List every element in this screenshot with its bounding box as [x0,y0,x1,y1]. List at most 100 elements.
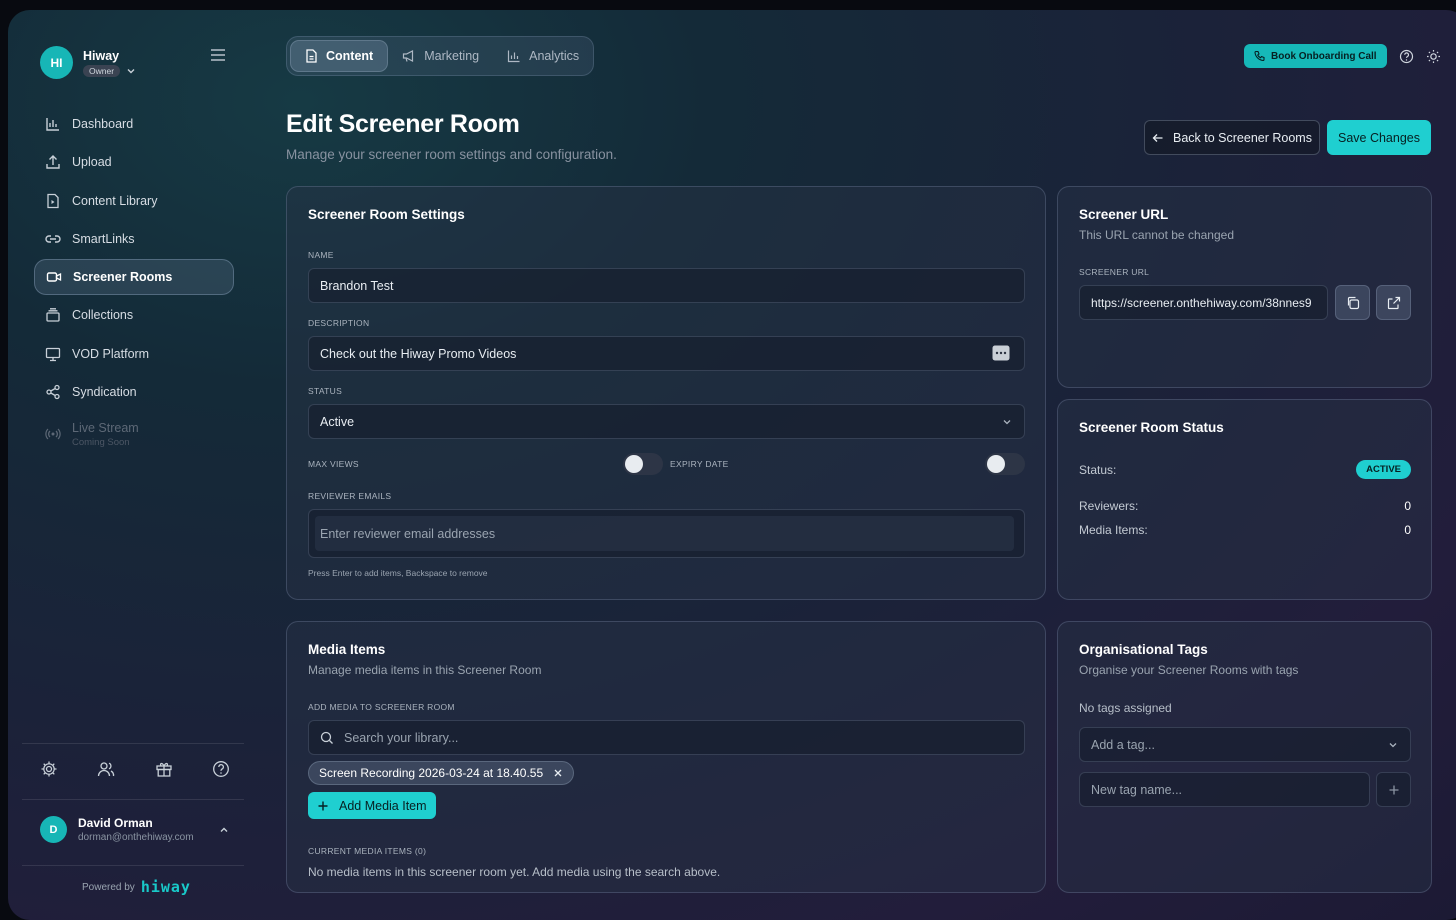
users-icon[interactable] [97,760,115,778]
add-tag-select[interactable]: Add a tag... [1079,727,1411,762]
add-media-label-text: Add Media Item [339,798,427,813]
tab-analytics[interactable]: Analytics [493,40,593,72]
add-media-item-button[interactable]: Add Media Item [308,792,436,819]
sidebar-item-syndication[interactable]: Syndication [34,374,234,410]
book-onboarding-button[interactable]: Book Onboarding Call [1244,44,1387,68]
current-media-label: CURRENT MEDIA ITEMS (0) [308,846,427,856]
search-icon [320,731,334,745]
sidebar-divider [22,799,244,800]
tab-content[interactable]: Content [290,40,389,72]
screener-url-value: https://screener.onthehiway.com/38nnes9 [1091,295,1312,310]
sidebar-item-label: Live Stream [72,420,139,435]
sidebar-nav: Dashboard Upload Content Library SmartLi… [34,106,234,459]
emails-placeholder: Enter reviewer email addresses [320,526,496,541]
gear-icon[interactable] [40,760,58,778]
back-button-label: Back to Screener Rooms [1173,130,1312,145]
save-changes-button[interactable]: Save Changes [1327,120,1431,155]
status-row-label: Status: [1079,462,1117,477]
room-status-title: Screener Room Status [1079,420,1224,435]
chevron-up-icon [218,824,230,836]
sidebar-divider [22,743,244,744]
tab-marketing[interactable]: Marketing [388,40,493,72]
sidebar-item-collections[interactable]: Collections [34,297,234,333]
expiry-date-toggle[interactable] [985,453,1025,475]
sidebar-item-vod-platform[interactable]: VOD Platform [34,336,234,372]
emails-hint: Press Enter to add items, Backspace to r… [308,568,488,578]
sidebar-item-content-library[interactable]: Content Library [34,183,234,219]
status-row: Status: ACTIVE [1079,460,1411,479]
status-label: STATUS [308,386,343,396]
sidebar-tools [40,760,230,778]
user-email: dorman@onthehiway.com [78,832,194,843]
media-items-subtitle: Manage media items in this Screener Room [308,663,542,677]
chevron-down-icon [1388,740,1398,750]
sidebar-item-live-stream: Live Stream Coming Soon [34,412,234,456]
phone-icon [1254,50,1266,62]
copy-url-button[interactable] [1335,285,1370,320]
reviewer-emails-label: REVIEWER EMAILS [308,491,392,501]
sidebar-item-dashboard[interactable]: Dashboard [34,106,234,142]
video-camera-icon [45,268,63,286]
more-options-icon[interactable] [992,345,1010,361]
media-items-title: Media Items [308,642,386,657]
media-items-count: 0 [1404,523,1411,537]
tags-card: Organisational Tags Organise your Screen… [1057,621,1432,893]
close-icon[interactable] [553,768,563,778]
top-tabs: Content Marketing Analytics [286,36,594,76]
screener-url-card: Screener URL This URL cannot be changed … [1057,186,1432,388]
bar-chart-icon [507,49,521,63]
status-select[interactable]: Active [308,404,1025,439]
description-field[interactable]: Check out the Hiway Promo Videos [308,336,1025,371]
hiway-logo: hiway [140,878,191,896]
screener-url-field[interactable]: https://screener.onthehiway.com/38nnes9 [1079,285,1328,320]
user-name: David Orman [78,816,153,830]
plus-icon [1388,784,1400,796]
sidebar-item-upload[interactable]: Upload [34,144,234,180]
share-icon [44,383,62,401]
tab-label: Analytics [529,49,580,63]
arrow-left-icon [1152,132,1164,144]
add-tag-button[interactable] [1376,772,1411,807]
user-menu[interactable]: D David Orman dorman@onthehiway.com [40,816,230,843]
monitor-icon [44,345,62,363]
gift-icon[interactable] [155,760,173,778]
workspace-avatar: HI [40,46,73,79]
sidebar-item-screener-rooms[interactable]: Screener Rooms [34,259,234,296]
media-items-label: Media Items: [1079,523,1148,537]
empty-media-text: No media items in this screener room yet… [308,865,721,879]
workspace-name: Hiway [83,48,120,63]
screener-url-title: Screener URL [1079,207,1169,222]
sidebar-item-label: Syndication [72,385,137,400]
open-url-button[interactable] [1376,285,1411,320]
plus-icon [317,800,329,812]
description-label: DESCRIPTION [308,318,370,328]
workspace-switcher[interactable]: HI Hiway Owner [40,46,136,79]
sidebar-item-label: SmartLinks [72,231,135,246]
external-link-icon [1387,296,1401,310]
chip-label: Screen Recording 2026-03-24 at 18.40.55 [319,766,544,780]
help-circle-icon[interactable] [212,760,230,778]
max-views-toggle[interactable] [623,453,663,475]
top-actions: Book Onboarding Call [1244,44,1441,68]
name-field[interactable]: Brandon Test [308,268,1025,303]
library-search-input[interactable]: Search your library... [308,720,1025,755]
sidebar-item-label: Content Library [72,193,158,208]
coming-soon-label: Coming Soon [72,436,130,448]
media-items-row: Media Items: 0 [1079,523,1411,537]
sidebar-item-label: Screener Rooms [73,270,173,285]
help-circle-icon[interactable] [1399,49,1414,64]
settings-card: Screener Room Settings NAME Brandon Test… [286,186,1046,600]
screener-url-label: SCREENER URL [1079,267,1150,277]
page-subtitle: Manage your screener room settings and c… [286,147,617,162]
chevron-down-icon [126,66,136,76]
description-value: Check out the Hiway Promo Videos [320,346,517,361]
back-to-screener-rooms-button[interactable]: Back to Screener Rooms [1144,120,1320,155]
sidebar-item-label: VOD Platform [72,346,150,361]
reviewer-emails-input[interactable]: Enter reviewer email addresses [308,509,1025,558]
sidebar-item-smartlinks[interactable]: SmartLinks [34,221,234,257]
sun-icon[interactable] [1426,49,1441,64]
new-tag-input[interactable]: New tag name... [1079,772,1370,807]
bar-chart-icon [44,115,62,133]
sidebar: HI Hiway Owner Dashboard Upload Content … [8,10,256,915]
menu-toggle-icon[interactable] [210,48,226,62]
